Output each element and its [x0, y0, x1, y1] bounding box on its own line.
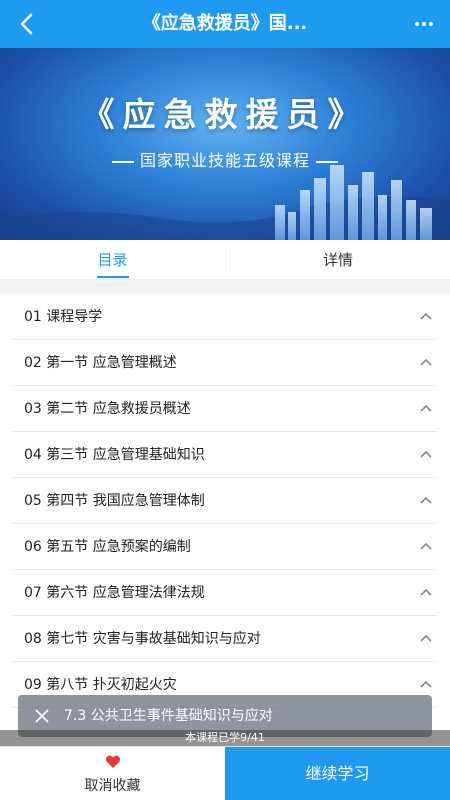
chapter-label: 05 第四节 我国应急管理体制	[24, 493, 205, 509]
course-banner: 《应急救援员》 国家职业技能五级课程	[0, 48, 450, 240]
close-icon[interactable]	[32, 706, 52, 726]
chapter-row[interactable]: 07 第六节 应急管理法律法规	[12, 570, 438, 616]
back-arrow-icon[interactable]	[10, 8, 42, 40]
tab-details-label: 详情	[322, 251, 353, 269]
banner-subtitle-text: 国家职业技能五级课程	[139, 151, 310, 170]
unfavorite-button[interactable]: 取消收藏	[0, 747, 225, 800]
chapter-label: 07 第六节 应急管理法律法规	[24, 585, 205, 601]
chapter-row[interactable]: 08 第七节 灾害与事故基础知识与应对	[12, 616, 438, 662]
chapter-label: 06 第五节 应急预案的编制	[24, 539, 191, 555]
chevron-up-icon	[420, 680, 432, 688]
tab-catalog[interactable]: 目录	[0, 240, 225, 280]
chapter-row[interactable]: 05 第四节 我国应急管理体制	[12, 478, 438, 524]
banner-title: 《应急救援员》	[81, 95, 369, 134]
banner-subtitle: 国家职业技能五级课程	[0, 147, 450, 171]
progress-text: 本课程已学9/41	[0, 730, 450, 746]
chapter-row[interactable]: 06 第五节 应急预案的编制	[12, 524, 438, 570]
chevron-up-icon	[420, 450, 432, 458]
chevron-up-icon	[420, 542, 432, 550]
chapter-label: 02 第一节 应急管理概述	[24, 355, 177, 371]
more-dots-icon[interactable]	[408, 8, 440, 40]
chapter-label: 04 第三节 应急管理基础知识	[24, 447, 205, 463]
heart-icon	[105, 755, 121, 768]
page-title: 《应急救援员》国...	[142, 13, 308, 34]
tab-bar: 目录 详情	[0, 240, 450, 280]
chevron-up-icon	[420, 634, 432, 642]
chevron-up-icon	[420, 312, 432, 320]
chevron-up-icon	[420, 358, 432, 366]
chevron-up-icon	[420, 496, 432, 504]
chapter-label: 03 第二节 应急救援员概述	[24, 401, 191, 417]
tab-catalog-label: 目录	[97, 251, 128, 269]
chapter-row[interactable]: 02 第一节 应急管理概述	[12, 340, 438, 386]
chevron-up-icon	[420, 588, 432, 596]
chapter-row[interactable]: 01 课程导学	[12, 294, 438, 340]
unfavorite-label: 取消收藏	[84, 778, 141, 794]
top-bar: 《应急救援员》国...	[0, 0, 450, 48]
chapter-row[interactable]: 03 第二节 应急救援员概述	[12, 386, 438, 432]
chapter-row[interactable]: 04 第三节 应急管理基础知识	[12, 432, 438, 478]
chapter-list: 01 课程导学 02 第一节 应急管理概述 03 第二节 应急救援员概述 04 …	[0, 294, 450, 754]
chevron-up-icon	[420, 404, 432, 412]
chapter-label: 08 第七节 灾害与事故基础知识与应对	[24, 631, 261, 647]
active-tab-indicator	[97, 276, 129, 278]
tab-details[interactable]: 详情	[226, 240, 450, 280]
bottom-bar: 取消收藏 继续学习	[0, 746, 450, 800]
continue-learning-button[interactable]: 继续学习	[225, 747, 450, 800]
chapter-label: 01 课程导学	[24, 309, 103, 325]
